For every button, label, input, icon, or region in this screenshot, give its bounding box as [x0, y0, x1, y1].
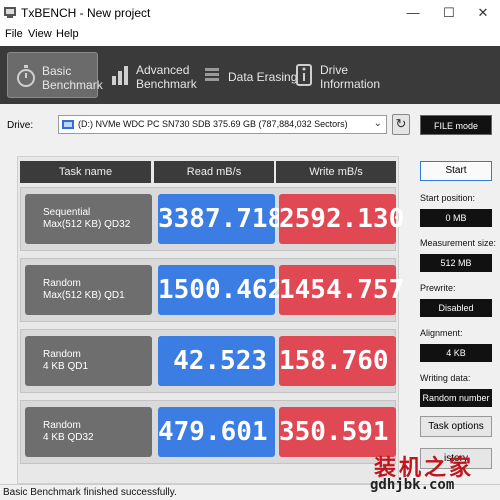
writing-data-label: Writing data: — [420, 373, 471, 383]
tab-drive-information-label: Drive Information — [320, 63, 381, 91]
task-options-button[interactable]: Task options — [420, 416, 492, 437]
drive-select[interactable]: (D:) NVMe WDC PC SN730 SDB 375.69 GB (78… — [58, 115, 387, 134]
app-icon — [4, 7, 16, 18]
task-name: Random 4 KB QD32 — [25, 407, 152, 457]
drive-info-icon — [296, 64, 312, 86]
menu-view[interactable]: View — [28, 28, 52, 40]
tab-advanced-benchmark[interactable]: Advanced Benchmark — [102, 52, 197, 98]
read-value: 479.601 — [158, 407, 275, 457]
start-position-field[interactable]: 0 MB — [420, 209, 492, 227]
prewrite-field[interactable]: Disabled — [420, 299, 492, 317]
alignment-label: Alignment: — [420, 328, 463, 338]
menu-bar: File View Help — [0, 26, 500, 44]
stopwatch-icon — [17, 65, 35, 87]
tab-drive-information[interactable]: Drive Information — [286, 52, 380, 98]
read-value: 1500.462 — [158, 265, 283, 315]
main-content: Drive: (D:) NVMe WDC PC SN730 SDB 375.69… — [0, 104, 500, 484]
measurement-size-label: Measurement size: — [420, 238, 497, 248]
status-text: Basic Benchmark finished successfully. — [3, 487, 177, 498]
write-value: 1454.757 — [279, 265, 404, 315]
result-row: Random Max(512 KB) QD1 1500.462 1454.757 — [20, 258, 404, 322]
close-button[interactable]: ✕ — [466, 0, 500, 26]
write-value: 158.760 — [279, 336, 396, 386]
header-task-name: Task name — [20, 161, 151, 183]
eraser-icon — [205, 68, 219, 81]
result-row: Random 4 KB QD32 479.601 350.591 — [20, 400, 396, 464]
bar-chart-icon — [112, 66, 128, 85]
result-row: Sequential Max(512 KB) QD32 3387.718 259… — [20, 187, 404, 251]
write-value: 2592.130 — [279, 194, 404, 244]
watermark-url: gdhjbk.com — [370, 477, 455, 493]
title-bar: TxBENCH - New project — ☐ ✕ — [0, 0, 500, 26]
tab-bar: Basic Benchmark Advanced Benchmark Data … — [0, 46, 500, 104]
task-name: Sequential Max(512 KB) QD32 — [25, 194, 152, 244]
refresh-icon: ↻ — [395, 116, 407, 131]
start-position-label: Start position: — [420, 193, 476, 203]
read-value: 3387.718 — [158, 194, 283, 244]
writing-data-field[interactable]: Random number — [420, 389, 492, 407]
refresh-button[interactable]: ↻ — [392, 114, 410, 135]
maximize-button[interactable]: ☐ — [432, 0, 466, 26]
tab-data-erasing[interactable]: Data Erasing — [194, 52, 297, 98]
task-name: Random 4 KB QD1 — [25, 336, 152, 386]
file-mode-button[interactable]: FILE mode — [420, 115, 492, 135]
prewrite-label: Prewrite: — [420, 283, 456, 293]
minimize-button[interactable]: — — [396, 0, 430, 26]
drive-select-value: (D:) NVMe WDC PC SN730 SDB 375.69 GB (78… — [78, 119, 348, 129]
tab-basic-benchmark[interactable]: Basic Benchmark — [7, 52, 103, 98]
drive-label: Drive: — [7, 120, 34, 131]
alignment-field[interactable]: 4 KB — [420, 344, 492, 362]
results-panel: Task name Read mB/s Write mB/s Sequentia… — [17, 156, 404, 484]
header-read: Read mB/s — [154, 161, 274, 183]
window-title: TxBENCH - New project — [21, 6, 151, 20]
menu-file[interactable]: File — [5, 28, 23, 40]
task-name: Random Max(512 KB) QD1 — [25, 265, 152, 315]
read-value: 42.523 — [158, 336, 275, 386]
chevron-down-icon: ⌄ — [373, 118, 382, 129]
result-row: Random 4 KB QD1 42.523 158.760 — [20, 329, 396, 393]
watermark: 装机之家 gdhjbk.com — [370, 450, 498, 498]
start-button[interactable]: Start — [420, 161, 492, 181]
drive-icon — [62, 120, 74, 129]
measurement-size-field[interactable]: 512 MB — [420, 254, 492, 272]
menu-help[interactable]: Help — [56, 28, 79, 40]
header-write: Write mB/s — [276, 161, 396, 183]
